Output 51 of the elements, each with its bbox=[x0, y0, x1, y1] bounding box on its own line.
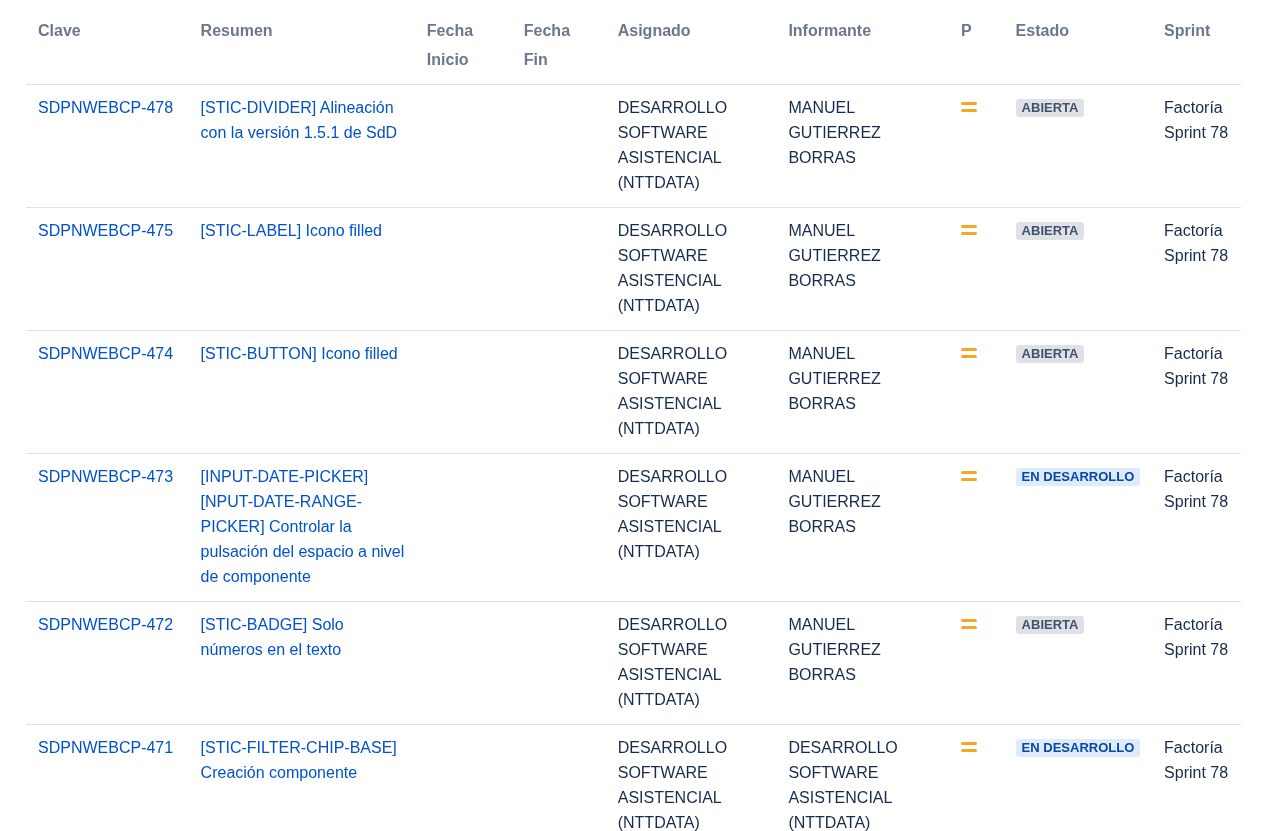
column-header[interactable]: P bbox=[961, 16, 994, 45]
column-header[interactable]: Fecha Fin bbox=[523, 16, 596, 74]
medium-priority-icon bbox=[961, 742, 978, 752]
issue-key-link[interactable]: SDPNWEBCP-478 bbox=[38, 95, 179, 120]
medium-priority-icon bbox=[961, 471, 978, 481]
sprint-text: Factoría Sprint 78 bbox=[1164, 98, 1230, 143]
status-lozenge: EN DESARROLLO bbox=[1015, 739, 1141, 757]
sprint-text: Factoría Sprint 78 bbox=[1164, 615, 1230, 660]
medium-priority-icon bbox=[961, 619, 978, 629]
assignee-text: DESARROLLO SOFTWARE ASISTENCIAL (NTTDATA) bbox=[617, 615, 729, 710]
sprint-text: Factoría Sprint 78 bbox=[1164, 221, 1230, 266]
reporter-text: DESARROLLO SOFTWARE ASISTENCIAL (NTTDATA) bbox=[788, 738, 899, 831]
medium-priority-icon bbox=[961, 225, 978, 235]
assignee-text: DESARROLLO SOFTWARE ASISTENCIAL (NTTDATA) bbox=[617, 467, 729, 562]
assignee-text: DESARROLLO SOFTWARE ASISTENCIAL (NTTDATA) bbox=[617, 98, 729, 193]
issue-key-link[interactable]: SDPNWEBCP-473 bbox=[38, 464, 179, 489]
column-header[interactable]: Fecha Inicio bbox=[426, 16, 502, 74]
column-header[interactable]: Estado bbox=[1015, 16, 1143, 45]
reporter-text: MANUEL GUTIERREZ BORRAS bbox=[788, 221, 882, 291]
issue-summary-link[interactable]: [STIC-DIVIDER] Alineación con la versión 1.5.1 de SdD bbox=[200, 95, 405, 145]
status-lozenge: ABIERTA bbox=[1015, 616, 1085, 634]
issue-summary-link[interactable]: [INPUT-DATE-PICKER] [NPUT-DATE-RANGE-PICKER] Controlar la pulsación del espacio a nivel de componente bbox=[200, 464, 405, 589]
medium-priority-icon bbox=[961, 102, 978, 112]
column-header[interactable]: Clave bbox=[38, 16, 179, 45]
column-header[interactable]: Resumen bbox=[200, 16, 405, 45]
sprint-text: Factoría Sprint 78 bbox=[1164, 738, 1230, 783]
column-header[interactable]: Informante bbox=[788, 16, 940, 45]
status-lozenge: ABIERTA bbox=[1015, 222, 1085, 240]
column-header[interactable]: Asignado bbox=[617, 16, 767, 45]
medium-priority-icon bbox=[961, 348, 978, 358]
assignee-text: DESARROLLO SOFTWARE ASISTENCIAL (NTTDATA) bbox=[617, 221, 729, 316]
issue-key-link[interactable]: SDPNWEBCP-474 bbox=[38, 341, 179, 366]
assignee-text: DESARROLLO SOFTWARE ASISTENCIAL (NTTDATA) bbox=[617, 344, 729, 439]
reporter-text: MANUEL GUTIERREZ BORRAS bbox=[788, 98, 882, 168]
issue-summary-link[interactable]: [STIC-LABEL] Icono filled bbox=[200, 218, 405, 243]
issue-key-link[interactable]: SDPNWEBCP-475 bbox=[38, 218, 179, 243]
status-lozenge: ABIERTA bbox=[1015, 345, 1085, 363]
issue-key-link[interactable]: SDPNWEBCP-471 bbox=[38, 735, 179, 760]
issue-summary-link[interactable]: [STIC-BADGE] Solo números en el texto bbox=[200, 612, 405, 662]
column-header[interactable]: Sprint bbox=[1164, 16, 1231, 45]
sprint-text: Factoría Sprint 78 bbox=[1164, 467, 1230, 512]
reporter-text: MANUEL GUTIERREZ BORRAS bbox=[788, 344, 882, 414]
issue-summary-link[interactable]: [STIC-BUTTON] Icono filled bbox=[200, 341, 405, 366]
sprint-text: Factoría Sprint 78 bbox=[1164, 344, 1230, 389]
reporter-text: MANUEL GUTIERREZ BORRAS bbox=[788, 615, 882, 685]
status-lozenge: ABIERTA bbox=[1015, 99, 1085, 117]
assignee-text: DESARROLLO SOFTWARE ASISTENCIAL (NTTDATA) bbox=[617, 738, 729, 831]
reporter-text: MANUEL GUTIERREZ BORRAS bbox=[788, 467, 882, 537]
status-lozenge: EN DESARROLLO bbox=[1015, 468, 1141, 486]
issue-key-link[interactable]: SDPNWEBCP-472 bbox=[38, 612, 179, 637]
issue-summary-link[interactable]: [STIC-FILTER-CHIP-BASE] Creación componente bbox=[200, 735, 405, 785]
